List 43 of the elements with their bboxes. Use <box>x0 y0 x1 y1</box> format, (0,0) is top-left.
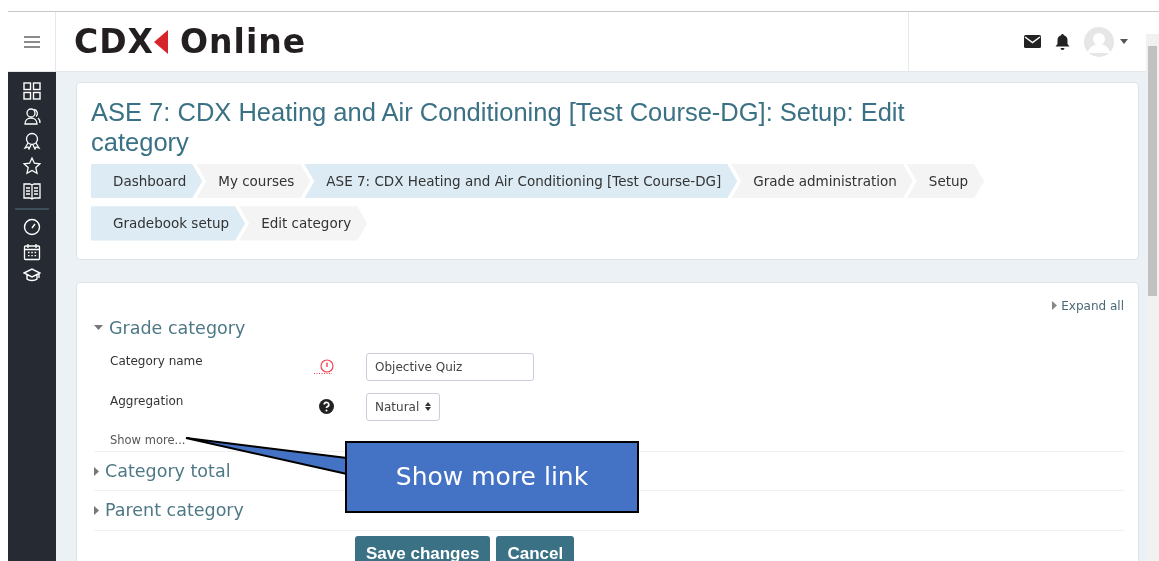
scrollbar[interactable] <box>1146 34 1159 561</box>
section-toggle[interactable]: Grade category <box>94 310 246 347</box>
breadcrumb-link[interactable]: Grade administration <box>731 164 913 199</box>
field-label: Category name <box>110 352 204 370</box>
show-more-link[interactable]: Show more... <box>110 431 186 449</box>
breadcrumb-link[interactable]: Edit category <box>239 206 368 241</box>
expand-all-link[interactable]: Expand all <box>1052 296 1124 315</box>
scrollbar-thumb[interactable] <box>1148 46 1157 296</box>
caret-right-icon <box>1052 301 1058 310</box>
logo-text: Online <box>180 20 307 63</box>
text-field[interactable]: Objective Quiz <box>366 352 534 381</box>
calendar-icon[interactable] <box>23 243 41 261</box>
logo-mark-icon <box>154 27 169 56</box>
help-icon[interactable] <box>319 399 334 415</box>
breadcrumb-link[interactable]: ASE 7: CDX Heating and Air Conditioning [Test Course-DG] <box>304 164 738 199</box>
caret-icon[interactable] <box>1120 39 1128 44</box>
sort-arrows-icon <box>425 402 432 412</box>
page-title: ASE 7: CDX Heating and Air Conditioning [Test Course-DG]: Setup: Edit category <box>91 97 906 157</box>
caret-down-icon <box>94 325 103 331</box>
mail-icon[interactable] <box>1024 35 1041 48</box>
graduation-cap-icon[interactable] <box>23 268 41 284</box>
book-icon[interactable] <box>23 182 41 200</box>
field-label: Aggregation <box>110 392 185 410</box>
required-icon <box>314 358 334 375</box>
award-icon[interactable] <box>23 132 41 150</box>
breadcrumb-link[interactable]: My courses <box>196 164 311 199</box>
people-icon[interactable] <box>23 107 41 125</box>
cancel-button[interactable]: Cancel <box>496 535 575 561</box>
section-toggle[interactable]: Category total <box>94 452 231 491</box>
select-field[interactable]: Natural <box>366 392 441 421</box>
breadcrumb-link[interactable]: Gradebook setup <box>91 206 246 241</box>
logo-text: CDX <box>74 20 155 63</box>
breadcrumb-link[interactable]: Dashboard <box>91 164 203 199</box>
callout-text: Show more link <box>395 461 589 494</box>
star-icon[interactable] <box>23 157 41 175</box>
caret-right-icon <box>94 466 99 476</box>
gauge-icon[interactable] <box>23 218 41 236</box>
section-toggle[interactable]: Parent category <box>94 491 244 530</box>
grid-icon[interactable] <box>23 82 41 100</box>
caret-right-icon <box>94 505 99 515</box>
breadcrumb-link[interactable]: Setup <box>906 164 985 199</box>
menu-icon[interactable] <box>23 35 40 48</box>
bell-icon[interactable] <box>1055 33 1070 50</box>
